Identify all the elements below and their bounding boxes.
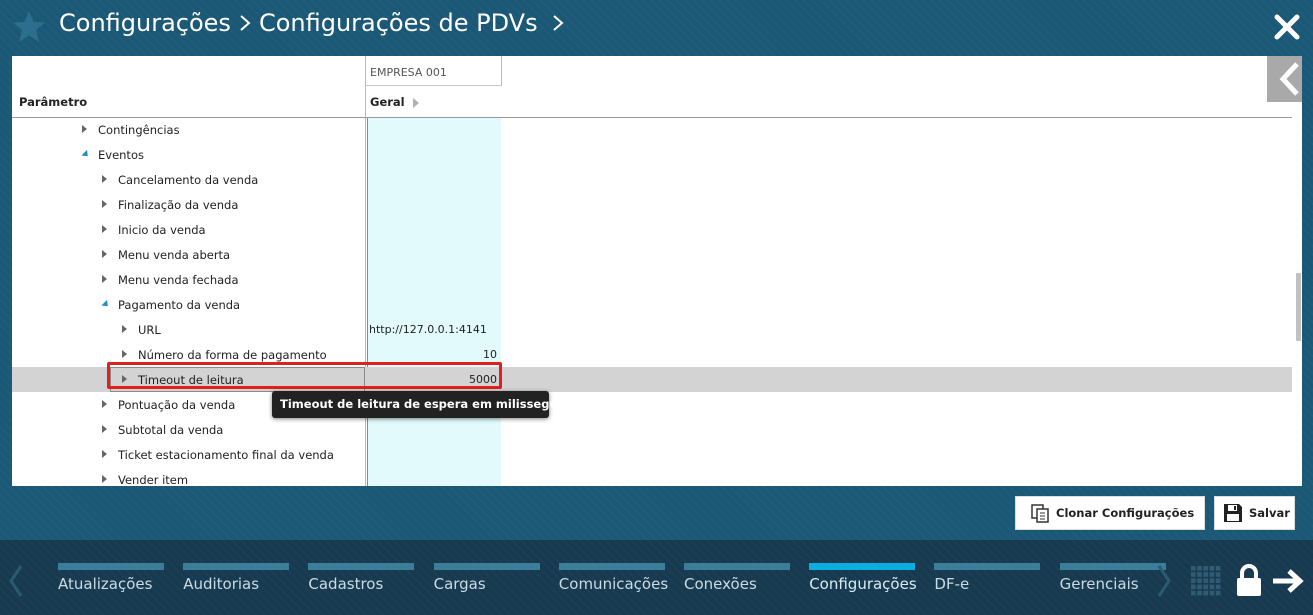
tree-row[interactable]: Timeout de leitura 5000 [12, 367, 1292, 392]
tree-row-label: Cancelamento da venda [118, 173, 259, 187]
nav-tab-bar [558, 563, 665, 570]
tree-row-label: URL [138, 323, 161, 337]
favorite-star-icon[interactable] [12, 10, 46, 44]
scrollbar-thumb[interactable] [1296, 273, 1301, 341]
tree-row[interactable]: Finalização da venda [12, 192, 1292, 217]
tree-row[interactable]: Menu venda aberta [12, 242, 1292, 267]
tree-row-label: Número da forma de pagamento [138, 348, 327, 362]
nav-tab-bar [809, 563, 916, 570]
collapsed-caret-icon[interactable] [102, 475, 107, 483]
logout-arrow-icon[interactable] [1271, 568, 1305, 594]
nav-tab-label: DF-e [934, 575, 970, 593]
tree-row-label: Inicio da venda [118, 223, 206, 237]
tree-row[interactable]: Contingências [12, 117, 1292, 142]
breadcrumb-configuracoes[interactable]: Configurações [59, 9, 231, 37]
geral-column-header[interactable]: Geral [370, 95, 419, 109]
nav-tab-label: Cargas [433, 575, 486, 593]
tree-row-label: Ticket estacionamento final da venda [118, 448, 334, 462]
tree-row[interactable]: Vender item [12, 467, 1292, 486]
tree-row-label: Menu venda aberta [118, 248, 231, 262]
collapsed-caret-icon[interactable] [122, 350, 127, 358]
tree-row-value[interactable]: 10 [483, 348, 497, 361]
collapsed-caret-icon[interactable] [102, 275, 107, 283]
tree-row-label: Contingências [98, 123, 180, 137]
tree-row-label: Pontuação da venda [118, 398, 236, 412]
app-header: Configurações Configurações de PDVs [0, 0, 1313, 56]
column-divider [501, 56, 502, 86]
expanded-caret-icon[interactable] [101, 299, 111, 310]
nav-tab-bar [684, 563, 790, 570]
tree-row[interactable]: Inicio da venda [12, 217, 1292, 242]
tree-row-label: Vender item [118, 473, 189, 486]
nav-tab-label: Auditorias [183, 575, 260, 593]
save-button[interactable]: Salvar [1214, 496, 1295, 530]
expand-column-icon[interactable] [412, 97, 419, 108]
nav-tab-label: Configurações [809, 575, 917, 593]
nav-tab-label: Conexões [684, 575, 757, 593]
chevron-right-icon [240, 15, 251, 31]
collapsed-caret-icon[interactable] [102, 450, 107, 458]
chevron-right-icon[interactable] [546, 9, 570, 37]
tree-row[interactable]: Subtotal da venda [12, 417, 1292, 442]
tree-row-label: Finalização da venda [118, 198, 239, 212]
nav-prev-icon[interactable] [8, 564, 24, 598]
nav-tab-bar [183, 563, 290, 570]
vertical-scrollbar[interactable] [1296, 118, 1302, 486]
tree-row-label: Eventos [98, 148, 144, 162]
nav-tab-label: Comunicações [558, 575, 669, 593]
nav-tab-bar [1059, 563, 1166, 570]
tree-row-value[interactable]: http://127.0.0.1:4141 [369, 323, 487, 336]
breadcrumb-configuracoes-pdvs[interactable]: Configurações de PDVs [259, 9, 538, 37]
nav-tab-label: Atualizações [58, 575, 153, 593]
collapsed-caret-icon[interactable] [102, 425, 107, 433]
bottom-navigation: Atualizações Auditorias Cadastros Cargas Com… [0, 540, 1313, 615]
tree-row[interactable]: URL http://127.0.0.1:4141 [12, 317, 1292, 342]
tree-row[interactable]: Número da forma de pagamento 10 [12, 342, 1292, 367]
collapse-panel-button[interactable] [1267, 56, 1302, 102]
tooltip: Timeout de leitura de espera em milisseg… [272, 391, 589, 418]
collapsed-caret-icon[interactable] [82, 125, 87, 133]
floppy-disk-icon [1224, 504, 1242, 522]
clone-settings-button[interactable]: Clonar Configurações [1015, 496, 1205, 530]
selected-cell-outline [110, 367, 365, 392]
nav-tab-label: Gerenciais [1059, 575, 1139, 593]
collapsed-caret-icon[interactable] [102, 250, 107, 258]
tree-row-value[interactable]: 5000 [469, 373, 497, 386]
clone-icon [1031, 504, 1049, 523]
apps-grid-icon[interactable] [1190, 565, 1222, 597]
collapsed-caret-icon[interactable] [122, 325, 127, 333]
tree-row[interactable]: Pontuação da venda [12, 392, 1292, 417]
save-label: Salvar [1249, 506, 1290, 520]
nav-tab-bar [433, 563, 540, 570]
nav-tab-label: Cadastros [308, 575, 384, 593]
header-divider [365, 85, 502, 86]
tree-row-label: Subtotal da venda [118, 423, 224, 437]
nav-next-icon[interactable] [1156, 564, 1172, 598]
tree-row[interactable]: Eventos [12, 142, 1292, 167]
chevron-left-icon [1279, 62, 1299, 96]
clone-settings-label: Clonar Configurações [1056, 506, 1195, 520]
tree-row[interactable]: Pagamento da venda [12, 292, 1292, 317]
close-icon[interactable] [1272, 12, 1302, 42]
collapsed-caret-icon[interactable] [102, 400, 107, 408]
collapsed-caret-icon[interactable] [102, 200, 107, 208]
tree-row[interactable]: Cancelamento da venda [12, 167, 1292, 192]
tree-row[interactable]: Menu venda fechada [12, 267, 1292, 292]
expanded-caret-icon[interactable] [81, 149, 91, 160]
config-table-panel: EMPRESA 001 Parâmetro Geral Contingência… [12, 56, 1302, 486]
collapsed-caret-icon[interactable] [102, 175, 107, 183]
nav-tab-bar [308, 563, 415, 570]
nav-tab-bar [58, 563, 164, 570]
nav-tab-bar [934, 563, 1041, 570]
company-column-header: EMPRESA 001 [370, 66, 447, 79]
tree-row-label: Pagamento da venda [118, 298, 241, 312]
breadcrumb: Configurações Configurações de PDVs [59, 9, 572, 37]
collapsed-caret-icon[interactable] [102, 225, 107, 233]
parameter-column-header: Parâmetro [19, 95, 88, 109]
geral-header-label: Geral [370, 95, 405, 109]
tree-row[interactable]: Ticket estacionamento final da venda [12, 442, 1292, 467]
tree-row-label: Menu venda fechada [118, 273, 239, 287]
lock-icon[interactable] [1235, 563, 1263, 597]
